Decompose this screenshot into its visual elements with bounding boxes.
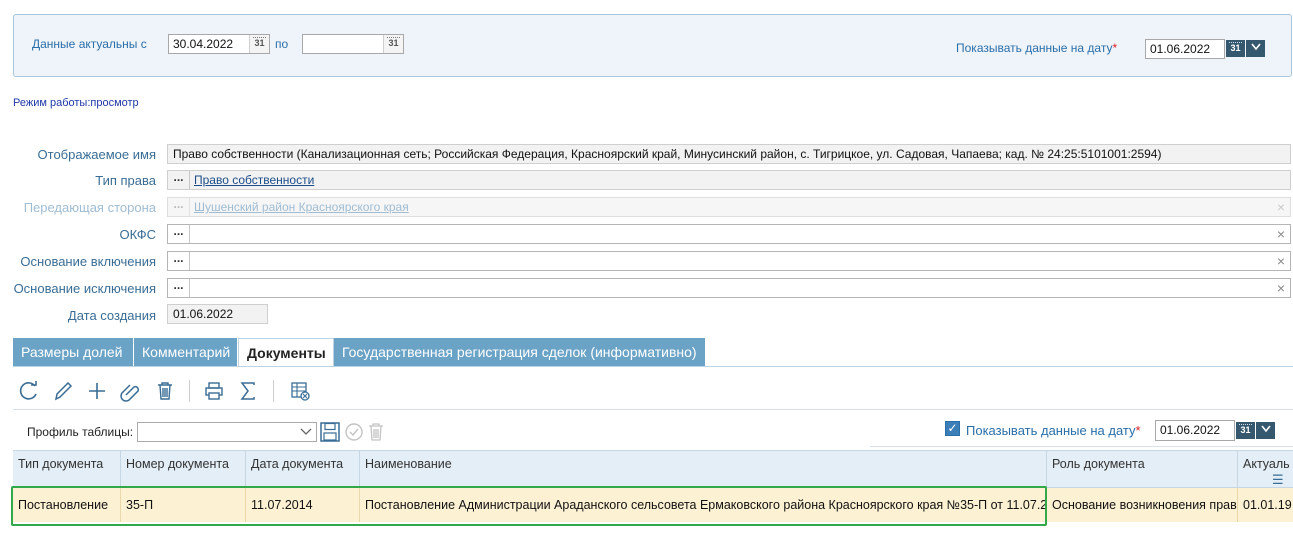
calendar-icon[interactable]: 31 — [383, 35, 403, 53]
cell-name: Постановление Администрации Араданского … — [360, 488, 1047, 522]
required-mark: * — [1135, 423, 1141, 438]
okfs-label: ОКФС — [119, 227, 156, 242]
required-mark: * — [1112, 41, 1118, 55]
show-on-date-input[interactable]: 01.06.2022 — [1145, 39, 1225, 59]
select-dots-button[interactable]: ... — [168, 225, 190, 243]
add-icon[interactable] — [85, 379, 109, 403]
toolbar-divider — [13, 409, 1293, 410]
show-on-date-label: Показывать данные на дату* — [956, 41, 1117, 55]
display-name-field: Право собственности (Канализационная сет… — [167, 144, 1291, 164]
tab-state-registration[interactable]: Государственная регистрация сделок (инфо… — [334, 338, 706, 366]
tab-divider — [13, 366, 1293, 367]
actual-to-input[interactable]: 31 — [302, 34, 404, 54]
select-dots-button: ... — [168, 198, 190, 216]
right-type-link[interactable]: Право собственности — [194, 171, 314, 189]
tab-comment[interactable]: Комментарий — [134, 338, 238, 366]
calendar-icon[interactable]: 31 — [1236, 422, 1255, 439]
sum-icon[interactable] — [236, 379, 260, 403]
table-profile-label: Профиль таблицы: — [27, 425, 134, 439]
close-icon: × — [1276, 199, 1285, 215]
show-on-date-checkbox[interactable]: ✓ — [945, 421, 960, 436]
table-date-input[interactable]: 01.06.2022 — [1155, 420, 1235, 441]
close-icon[interactable]: × — [1277, 279, 1285, 297]
delete-icon[interactable] — [153, 379, 177, 403]
transferring-party-label: Передающая сторона — [23, 200, 156, 215]
select-dots-button[interactable]: ... — [168, 171, 190, 189]
tab-share-sizes[interactable]: Размеры долей — [13, 338, 134, 366]
cell-actual: 01.01.19 — [1243, 498, 1292, 512]
inclusion-basis-label: Основание включения — [20, 254, 156, 269]
column-header-doc-number[interactable]: Номер документа — [121, 451, 246, 489]
refresh-icon[interactable] — [17, 379, 41, 403]
mode-indicator: Режим работы:просмотр — [13, 97, 139, 109]
calendar-icon[interactable]: 31 — [249, 35, 269, 53]
column-header-doc-type[interactable]: Тип документа — [13, 451, 121, 489]
table-show-on-date-label: Показывать данные на дату* — [966, 423, 1141, 438]
right-type-field: ... Право собственности — [167, 170, 1291, 190]
inclusion-basis-field[interactable]: ... × — [167, 251, 1291, 271]
date-filter-panel: Данные актуальны с 30.04.2022 31 по 31 П… — [13, 14, 1292, 77]
creation-date-value: 01.06.2022 — [173, 307, 234, 321]
column-header-name[interactable]: Наименование — [360, 451, 1047, 489]
column-menu-icon[interactable]: ☰ — [1272, 472, 1284, 488]
cell-doc-date: 11.07.2014 — [246, 488, 360, 522]
close-icon[interactable]: × — [1277, 252, 1285, 270]
close-icon[interactable]: × — [1277, 225, 1285, 243]
actual-from-input[interactable]: 30.04.2022 31 — [168, 34, 270, 54]
table-row[interactable]: Постановление 35-П 11.07.2014 Постановле… — [13, 488, 1293, 522]
actual-from-value: 30.04.2022 — [173, 37, 234, 51]
table-header: Тип документа Номер документа Дата докум… — [13, 450, 1293, 489]
reset-profile-icon — [344, 422, 364, 445]
print-icon[interactable] — [202, 379, 226, 403]
okfs-field[interactable]: ... × — [167, 224, 1291, 244]
column-header-actual[interactable]: Актуаль — [1238, 451, 1293, 489]
table-settings-icon[interactable] — [288, 379, 312, 403]
exclusion-basis-field[interactable]: ... × — [167, 278, 1291, 298]
column-header-doc-role[interactable]: Роль документа — [1047, 451, 1238, 489]
actual-to-label: по — [275, 37, 289, 51]
chevron-down-icon[interactable] — [300, 424, 312, 441]
tab-documents[interactable]: Документы — [238, 338, 334, 366]
display-name-value: Право собственности (Канализационная сет… — [173, 147, 1162, 161]
cell-doc-type: Постановление — [13, 488, 121, 522]
chevron-down-icon[interactable] — [1256, 422, 1275, 439]
display-name-label: Отображаемое имя — [37, 147, 156, 162]
column-header-doc-date[interactable]: Дата документа — [246, 451, 360, 489]
show-on-date-label-text: Показывать данные на дату — [956, 41, 1113, 55]
save-profile-icon[interactable] — [320, 422, 340, 445]
delete-profile-icon — [367, 422, 385, 445]
attach-icon[interactable] — [118, 379, 142, 403]
right-type-label: Тип права — [95, 173, 156, 188]
calendar-icon[interactable]: 31 — [1226, 40, 1245, 57]
actual-from-label: Данные актуальны с — [32, 37, 147, 51]
table-date-value: 01.06.2022 — [1160, 423, 1221, 437]
table-profile-select[interactable] — [137, 422, 317, 442]
transferring-party-link: Шушенский район Красноярского края — [194, 200, 409, 214]
cell-doc-number: 35-П — [121, 488, 246, 522]
select-dots-button[interactable]: ... — [168, 279, 190, 297]
transferring-party-field: ... Шушенский район Красноярского края × — [167, 197, 1291, 217]
filter-divider — [870, 446, 1293, 447]
edit-icon[interactable] — [51, 379, 75, 403]
show-on-date-value: 01.06.2022 — [1150, 42, 1211, 56]
select-dots-button[interactable]: ... — [168, 252, 190, 270]
toolbar-separator — [273, 380, 274, 402]
toolbar-separator — [189, 380, 190, 402]
table-show-on-date-label-text: Показывать данные на дату — [966, 423, 1136, 438]
creation-date-field: 01.06.2022 — [167, 304, 268, 324]
cell-doc-role: Основание возникновения права — [1047, 488, 1238, 522]
creation-date-label: Дата создания — [67, 308, 156, 323]
exclusion-basis-label: Основание исключения — [13, 281, 156, 296]
chevron-down-icon[interactable] — [1246, 40, 1265, 57]
